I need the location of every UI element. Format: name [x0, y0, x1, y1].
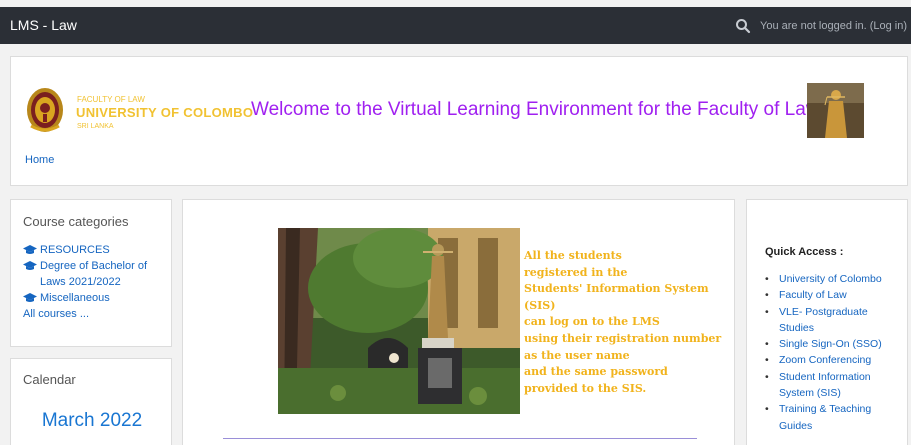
notice-line: as the user name	[524, 348, 630, 362]
notice-line: can log on to the LMS	[524, 315, 660, 329]
category-link-resources[interactable]: RESOURCES	[23, 242, 163, 258]
category-label: Miscellaneous	[40, 292, 110, 304]
login-area: You are not logged in. (Log in)	[735, 18, 907, 34]
faculty-statue-photo	[278, 228, 520, 414]
quick-link-university-of-colombo[interactable]: University of Colombo	[765, 271, 905, 288]
notice-line: registered in the	[524, 265, 628, 279]
page-header: FACULTY OF LAW UNIVERSITY OF COLOMBO SRI…	[10, 56, 908, 186]
category-label: RESOURCES	[40, 244, 110, 256]
quick-link-faculty-of-law[interactable]: Faculty of Law	[765, 287, 905, 304]
quick-access-list: University of Colombo Faculty of Law VLE…	[765, 271, 905, 434]
search-icon[interactable]	[735, 18, 751, 34]
breadcrumb-home-link[interactable]: Home	[25, 154, 54, 166]
calendar-month: March 2022	[41, 410, 143, 431]
quick-link-sso[interactable]: Single Sign-On (SSO)	[765, 336, 905, 353]
site-brand[interactable]: LMS - Law	[10, 17, 77, 33]
welcome-heading: Welcome to the Virtual Learning Environm…	[251, 99, 820, 120]
notice-line: provided to the SIS.	[524, 381, 647, 395]
university-seal-logo	[27, 88, 63, 132]
notice-line: using their registration number	[524, 331, 722, 345]
quick-link-sis[interactable]: Student Information System (SIS)	[765, 369, 905, 402]
notice-line: All the students	[524, 249, 622, 262]
calendar-block: Calendar March 2022	[10, 358, 172, 445]
top-navbar: LMS - Law You are not logged in. (Log in…	[0, 7, 911, 44]
notice-line: and the same password	[524, 365, 668, 379]
notice-line: Students' Information System	[524, 282, 709, 296]
graduation-cap-icon	[23, 293, 37, 302]
logo-faculty-text: FACULTY OF LAW	[77, 95, 145, 104]
course-categories-title: Course categories	[23, 214, 129, 229]
justice-statue-image	[807, 83, 864, 138]
category-label: Degree of Bachelor of Laws 2021/2022	[40, 260, 148, 288]
category-link-bachelor-of-laws[interactable]: Degree of Bachelor of Laws 2021/2022	[23, 258, 163, 290]
course-categories-list: RESOURCES Degree of Bachelor of Laws 202…	[23, 242, 163, 322]
logo-country-text: SRI LANKA	[77, 123, 114, 130]
content-divider	[223, 438, 697, 439]
login-notice: All the students registered in the Stude…	[524, 248, 721, 397]
all-courses-link[interactable]: All courses ...	[23, 306, 163, 322]
graduation-cap-icon	[23, 245, 37, 254]
quick-access-title: Quick Access :	[765, 246, 844, 258]
calendar-title: Calendar	[23, 372, 76, 387]
login-status[interactable]: You are not logged in. (Log in)	[760, 20, 907, 32]
quick-link-training-guides[interactable]: Training & Teaching Guides	[765, 401, 905, 434]
notice-line: (SIS)	[524, 298, 556, 312]
quick-access-block: Quick Access : University of Colombo Fac…	[746, 199, 908, 445]
quick-link-zoom[interactable]: Zoom Conferencing	[765, 352, 905, 369]
main-content: All the students registered in the Stude…	[182, 199, 735, 445]
course-categories-block: Course categories RESOURCES Degree of Ba…	[10, 199, 172, 347]
quick-link-vle-postgraduate[interactable]: VLE- Postgraduate Studies	[765, 304, 905, 337]
graduation-cap-icon	[23, 261, 37, 270]
logo-university-text: UNIVERSITY OF COLOMBO	[76, 105, 254, 120]
category-link-miscellaneous[interactable]: Miscellaneous	[23, 290, 163, 306]
